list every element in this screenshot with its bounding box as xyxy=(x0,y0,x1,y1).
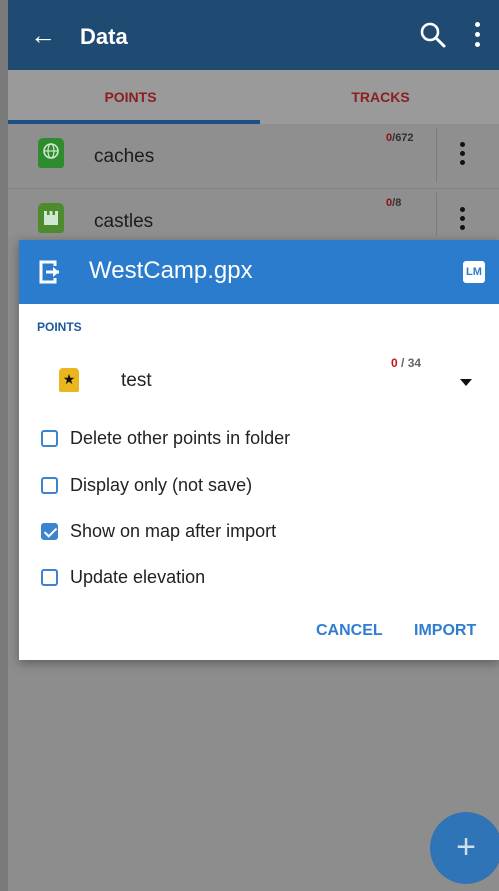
folder-point-count: 0 / 34 xyxy=(391,356,422,370)
divider xyxy=(436,128,437,182)
back-arrow-icon[interactable]: ← xyxy=(30,22,56,48)
import-icon xyxy=(39,260,59,284)
folder-name: castles xyxy=(94,211,154,232)
locus-map-icon[interactable]: LM xyxy=(463,261,485,283)
point-count: 0/672 xyxy=(386,132,414,144)
tab-bar: POINTS TRACKS xyxy=(8,70,499,124)
option-label: Display only (not save) xyxy=(70,475,253,495)
option-label: Show on map after import xyxy=(70,521,277,541)
checkbox-checked[interactable] xyxy=(41,523,58,540)
section-label: POINTS xyxy=(37,320,82,334)
tab-tracks[interactable]: TRACKS xyxy=(258,70,499,124)
dialog-title: WestCamp.gpx xyxy=(89,257,253,284)
globe-marker-icon xyxy=(38,138,64,168)
page-title: Data xyxy=(80,24,128,49)
row-menu-icon[interactable] xyxy=(458,142,468,168)
cancel-button[interactable]: CANCEL xyxy=(316,622,383,640)
checkbox[interactable] xyxy=(41,430,58,447)
dialog-header: WestCamp.gpx LM xyxy=(19,240,499,304)
point-count: 0/8 xyxy=(386,197,402,209)
add-button[interactable]: + xyxy=(430,812,499,884)
dropdown-arrow-icon[interactable] xyxy=(460,379,472,386)
option-label: Delete other points in folder xyxy=(70,428,291,448)
row-menu-icon[interactable] xyxy=(458,207,468,233)
castle-marker-icon xyxy=(38,203,64,233)
target-folder-name[interactable]: test xyxy=(121,370,152,392)
folder-name: caches xyxy=(94,146,155,167)
option-label: Update elevation xyxy=(70,567,206,587)
list-item[interactable]: caches 0/672 xyxy=(8,124,499,189)
app-bar: ← Data xyxy=(8,0,499,70)
search-icon[interactable] xyxy=(418,20,448,50)
tab-points[interactable]: POINTS xyxy=(8,70,253,124)
checkbox[interactable] xyxy=(41,569,58,586)
import-button[interactable]: IMPORT xyxy=(414,622,476,640)
checkbox[interactable] xyxy=(41,477,58,494)
import-dialog: WestCamp.gpx LM POINTS ★ test 0 / 34 Del… xyxy=(19,240,499,660)
star-folder-icon: ★ xyxy=(59,368,79,392)
more-options-icon[interactable] xyxy=(472,22,482,48)
